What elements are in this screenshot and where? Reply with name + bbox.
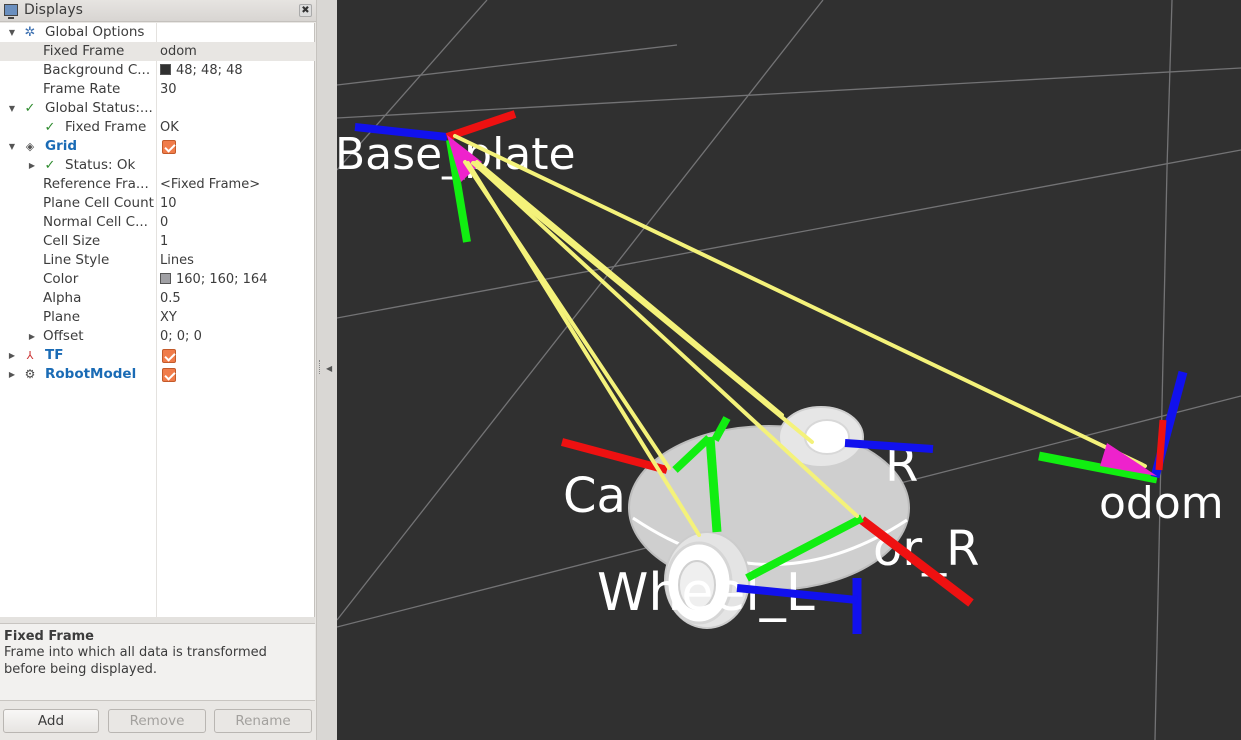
panel-collapse-handle[interactable]: ◀ (316, 0, 337, 740)
grid-icon: ◈ (25, 140, 35, 153)
close-icon[interactable]: ✖ (299, 4, 312, 17)
expand-arrow-icon[interactable]: ▶ (27, 327, 37, 346)
row-label: Offset (43, 328, 84, 344)
tree-row-grid-status[interactable]: ▶ ✓ Status: Ok (0, 156, 315, 175)
grid-enabled-checkbox[interactable] (162, 140, 176, 154)
row-label: Background C... (43, 62, 151, 78)
3d-viewport[interactable]: Base_plate Ca (337, 0, 1241, 740)
tree-row-cell-size[interactable]: Cell Size 1 (0, 232, 315, 251)
splitter-grip (319, 360, 322, 374)
grid-color-value[interactable]: 160; 160; 164 (160, 270, 267, 289)
cell-size-value[interactable]: 1 (160, 232, 168, 251)
remove-button[interactable]: Remove (108, 709, 206, 733)
help-title: Fixed Frame (4, 629, 94, 644)
displays-titlebar: Displays ✖ (0, 0, 316, 22)
row-label: RobotModel (45, 366, 137, 382)
row-label: Frame Rate (43, 81, 121, 97)
panel-title: Displays (24, 2, 83, 18)
color-text: 160; 160; 164 (176, 272, 268, 287)
row-label: Alpha (43, 290, 82, 306)
expand-arrow-icon[interactable]: ▼ (7, 99, 17, 118)
displays-panel: Displays ✖ ▼ ✲ Global Options Fixed Fram… (0, 0, 316, 740)
expand-arrow-icon[interactable]: ▼ (7, 137, 17, 156)
tree-row-robotmodel[interactable]: ▶ ⚙ RobotModel (0, 365, 315, 384)
robot-icon: ⚙ (24, 367, 36, 381)
tree-row-global-options[interactable]: ▼ ✲ Global Options (0, 23, 315, 42)
status-value: OK (160, 120, 179, 135)
grid (337, 0, 1241, 740)
alpha-value[interactable]: 0.5 (160, 289, 181, 308)
help-box: Fixed Frame Frame into which all data is… (0, 623, 315, 701)
tree-row-plane-cell-count[interactable]: Plane Cell Count 10 (0, 194, 315, 213)
tree-row-alpha[interactable]: Alpha 0.5 (0, 289, 315, 308)
row-label: Global Options (45, 24, 145, 40)
add-button[interactable]: Add (3, 709, 99, 733)
monitor-icon (4, 4, 18, 19)
row-label: Line Style (43, 252, 110, 268)
tree-row-global-status[interactable]: ▼ ✓ Global Status:... (0, 99, 315, 118)
help-text: Frame into which all data is transformed… (4, 645, 267, 677)
robotmodel-enabled-checkbox[interactable] (162, 368, 176, 382)
tree-row-line-style[interactable]: Line Style Lines (0, 251, 315, 270)
reference-frame-value[interactable]: <Fixed Frame> (160, 175, 260, 194)
row-label: Normal Cell C... (43, 214, 148, 230)
row-label: Plane Cell Count (43, 195, 154, 211)
plane-value[interactable]: XY (160, 308, 177, 327)
tree-row-normal-cell-count[interactable]: Normal Cell C... 0 (0, 213, 315, 232)
row-label: Global Status:... (45, 100, 153, 116)
plane-cell-count-value[interactable]: 10 (160, 194, 177, 213)
frame-rate-value[interactable]: 30 (160, 80, 177, 99)
row-label: Reference Fra... (43, 176, 149, 192)
row-label: TF (45, 347, 64, 363)
row-label: Status: Ok (65, 157, 136, 173)
checkmark-icon: ✓ (24, 101, 36, 116)
tree-row-status-fixed-frame[interactable]: ✓ Fixed Frame OK (0, 118, 315, 137)
checkmark-icon: ✓ (44, 158, 56, 173)
row-label: Fixed Frame (43, 43, 125, 59)
3d-scene[interactable]: Base_plate Ca (337, 0, 1241, 740)
color-swatch (160, 64, 171, 75)
displays-tree: ▼ ✲ Global Options Fixed Frame odom Back… (0, 23, 315, 617)
background-color-value[interactable]: 48; 48; 48 (160, 61, 243, 80)
collapse-arrow-icon[interactable]: ◀ (326, 364, 332, 373)
tree-row-plane[interactable]: Plane XY (0, 308, 315, 327)
expand-arrow-icon[interactable]: ▶ (7, 346, 17, 365)
expand-arrow-icon[interactable]: ▼ (7, 23, 17, 42)
tree-row-background-color[interactable]: Background C... 48; 48; 48 (0, 61, 315, 80)
expand-arrow-icon[interactable]: ▶ (27, 156, 37, 175)
offset-value[interactable]: 0; 0; 0 (160, 327, 202, 346)
tree-row-offset[interactable]: ▶ Offset 0; 0; 0 (0, 327, 315, 346)
tree-row-fixed-frame[interactable]: Fixed Frame odom (0, 42, 315, 61)
checkmark-icon: ✓ (44, 120, 56, 135)
color-text: 48; 48; 48 (176, 63, 243, 78)
tree-row-reference-frame[interactable]: Reference Fra... <Fixed Frame> (0, 175, 315, 194)
tf-axes-icon: ⅄ (26, 349, 34, 362)
frame-label-caster: Ca (563, 468, 626, 524)
frame-label-odom: odom (1099, 478, 1224, 529)
fixed-frame-value[interactable]: odom (160, 42, 197, 61)
normal-cell-count-value[interactable]: 0 (160, 213, 168, 232)
color-swatch (160, 273, 171, 284)
line-style-value[interactable]: Lines (160, 251, 194, 270)
rename-button[interactable]: Rename (214, 709, 312, 733)
tree-row-tf[interactable]: ▶ ⅄ TF (0, 346, 315, 365)
tree-row-frame-rate[interactable]: Frame Rate 30 (0, 80, 315, 99)
tree-row-color[interactable]: Color 160; 160; 164 (0, 270, 315, 289)
tree-row-grid[interactable]: ▼ ◈ Grid (0, 137, 315, 156)
tf-enabled-checkbox[interactable] (162, 349, 176, 363)
rviz-window: Displays ✖ ▼ ✲ Global Options Fixed Fram… (0, 0, 1241, 740)
row-label: Grid (45, 138, 78, 154)
expand-arrow-icon[interactable]: ▶ (7, 365, 17, 384)
row-label: Color (43, 271, 79, 287)
gear-icon: ✲ (24, 25, 36, 40)
row-label: Plane (43, 309, 81, 325)
row-label: Cell Size (43, 233, 101, 249)
